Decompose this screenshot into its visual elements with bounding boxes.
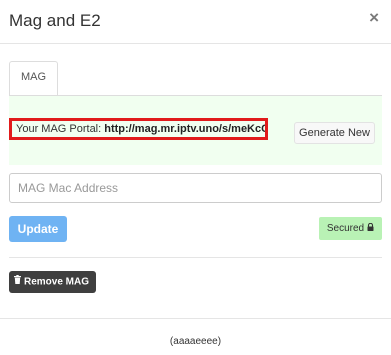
portal-highlight: Your MAG Portal: http://mag.mr.iptv.uno/… bbox=[9, 118, 268, 140]
remove-mag-label: Remove MAG bbox=[24, 276, 90, 288]
portal-label: Your MAG Portal: bbox=[16, 123, 102, 135]
secured-label: Secured bbox=[326, 223, 365, 235]
modal-title: Mag and E2 bbox=[9, 11, 101, 30]
lock-icon bbox=[367, 217, 374, 240]
mag-mac-address-input[interactable] bbox=[9, 173, 382, 203]
remove-mag-button[interactable]: Remove MAG bbox=[9, 271, 96, 293]
tab-mag[interactable]: MAG bbox=[9, 61, 58, 96]
generate-new-button[interactable]: Generate New bbox=[294, 122, 375, 144]
close-button[interactable]: × bbox=[369, 9, 379, 26]
portal-url: http://mag.mr.iptv.uno/s/meKcCt bbox=[104, 123, 268, 135]
secured-badge: Secured bbox=[319, 217, 382, 240]
footer-text: (aaaaeeee) bbox=[169, 336, 222, 347]
modal-footer: (aaaaeeee) bbox=[0, 318, 391, 355]
mag-tab-panel: Your MAG Portal: http://mag.mr.iptv.uno/… bbox=[9, 95, 382, 165]
tab-bar: MAG bbox=[9, 61, 382, 96]
modal-header: Mag and E2 × bbox=[0, 0, 391, 44]
section-divider bbox=[9, 257, 382, 258]
update-button[interactable]: Update bbox=[9, 216, 67, 242]
trash-icon bbox=[14, 271, 21, 293]
